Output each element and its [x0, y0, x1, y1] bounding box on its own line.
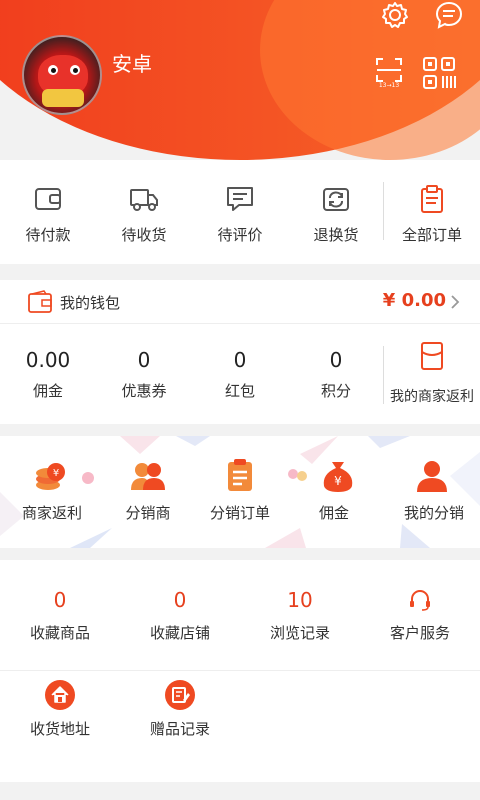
message-icon[interactable] [434, 0, 464, 30]
favorite-products[interactable]: 0 收藏商品 [0, 560, 120, 670]
order-pending-review[interactable]: 待评价 [192, 160, 288, 264]
tool-my-distribution[interactable]: 我的分销 [380, 436, 476, 548]
favorite-count: 10 [287, 588, 313, 612]
people-icon [130, 458, 166, 494]
tool-distribution-orders[interactable]: 分销订单 [192, 436, 288, 548]
stat-label: 优惠券 [121, 382, 167, 400]
stat-coupons[interactable]: 0 优惠券 [96, 324, 192, 424]
merchant-rebate-link[interactable]: 我的商家返利 [384, 324, 480, 424]
tool-label: 我的分销 [403, 504, 464, 522]
favorites-section: 0 收藏商品 0 收藏店铺 10 浏览记录 客户服务 收货地址 赠品记录 [0, 560, 480, 782]
stat-red-packets[interactable]: 0 红包 [192, 324, 288, 424]
tool-label: 分销商 [125, 504, 171, 522]
gift-records[interactable]: 赠品记录 [120, 670, 240, 780]
stat-commission[interactable]: 0.00 佣金 [0, 324, 96, 424]
scan-icon[interactable]: 13→13 [374, 56, 404, 89]
money-bag-icon: ¥ [320, 458, 356, 494]
stat-points[interactable]: 0 积分 [288, 324, 384, 424]
svg-text:13→13: 13→13 [379, 82, 399, 88]
order-label: 待评价 [217, 226, 263, 244]
svg-text:¥: ¥ [334, 474, 342, 488]
stat-value: 0 [329, 348, 343, 372]
wallet-balance: ¥ 0.00 [382, 290, 446, 311]
svg-text:¥: ¥ [53, 468, 59, 479]
orders-section: 待付款 待收货 待评价 退换货 全部订单 [0, 160, 480, 264]
person-icon [414, 458, 450, 494]
address-label: 收货地址 [29, 720, 90, 738]
tool-commission[interactable]: ¥ 佣金 [286, 436, 382, 548]
order-label: 待收货 [121, 226, 167, 244]
order-label: 退换货 [313, 226, 359, 244]
favorite-count: 0 [173, 588, 187, 612]
exchange-icon [321, 184, 351, 214]
shipping-address[interactable]: 收货地址 [0, 670, 120, 780]
stat-label: 红包 [224, 382, 255, 400]
chevron-right-icon [450, 294, 460, 310]
favorite-label: 浏览记录 [269, 624, 330, 642]
order-all[interactable]: 全部订单 [384, 160, 480, 264]
wallet-title: 我的钱包 [60, 294, 121, 312]
favorite-label: 收藏店铺 [149, 624, 210, 642]
edit-icon [165, 680, 195, 710]
settings-icon[interactable] [380, 0, 410, 30]
tool-label: 分销订单 [209, 504, 270, 522]
stat-value: 0.00 [25, 348, 71, 372]
truck-icon [129, 184, 159, 214]
clipboard-icon [417, 184, 447, 214]
envelope-icon [420, 342, 444, 370]
home-icon [45, 680, 75, 710]
tool-merchant-rebate[interactable]: ¥ 商家返利 [4, 436, 100, 548]
stat-label: 佣金 [32, 382, 63, 400]
distribution-tools: ¥ 商家返利 分销商 分销订单 ¥ 佣金 我的分销 [0, 436, 480, 548]
order-pending-payment[interactable]: 待付款 [0, 160, 96, 264]
comment-icon [225, 184, 255, 214]
stat-value: 0 [137, 348, 151, 372]
tool-label: 佣金 [318, 504, 349, 522]
merchant-rebate-label: 我的商家返利 [390, 389, 474, 405]
order-returns[interactable]: 退换货 [288, 160, 384, 264]
tool-label: 商家返利 [21, 504, 82, 522]
avatar[interactable] [22, 35, 102, 115]
headset-icon [408, 588, 432, 612]
decorative-dot [82, 472, 94, 484]
order-list-icon [222, 458, 258, 494]
browsing-history[interactable]: 10 浏览记录 [240, 560, 360, 670]
wallet-section: 我的钱包 ¥ 0.00 0.00 佣金 0 优惠券 0 红包 0 积分 我的商家… [0, 280, 480, 424]
order-label: 全部订单 [401, 226, 462, 244]
profile-header: 安卓 13→13 [0, 0, 480, 160]
gift-label: 赠品记录 [149, 720, 210, 738]
favorite-shops[interactable]: 0 收藏店铺 [120, 560, 240, 670]
tool-distributors[interactable]: 分销商 [100, 436, 196, 548]
order-pending-receipt[interactable]: 待收货 [96, 160, 192, 264]
service-label: 客户服务 [389, 624, 450, 642]
qrcode-icon[interactable] [422, 56, 456, 90]
decorative-dots [288, 466, 310, 481]
coins-icon: ¥ [34, 458, 70, 494]
favorite-label: 收藏商品 [29, 624, 90, 642]
stat-value: 0 [233, 348, 247, 372]
wallet-header[interactable]: 我的钱包 ¥ 0.00 [0, 280, 480, 324]
stat-label: 积分 [320, 382, 351, 400]
order-label: 待付款 [25, 226, 71, 244]
wallet-icon [28, 290, 52, 314]
favorite-count: 0 [53, 588, 67, 612]
username[interactable]: 安卓 [112, 48, 152, 77]
wallet-icon [33, 184, 63, 214]
customer-service[interactable]: 客户服务 [360, 560, 480, 670]
